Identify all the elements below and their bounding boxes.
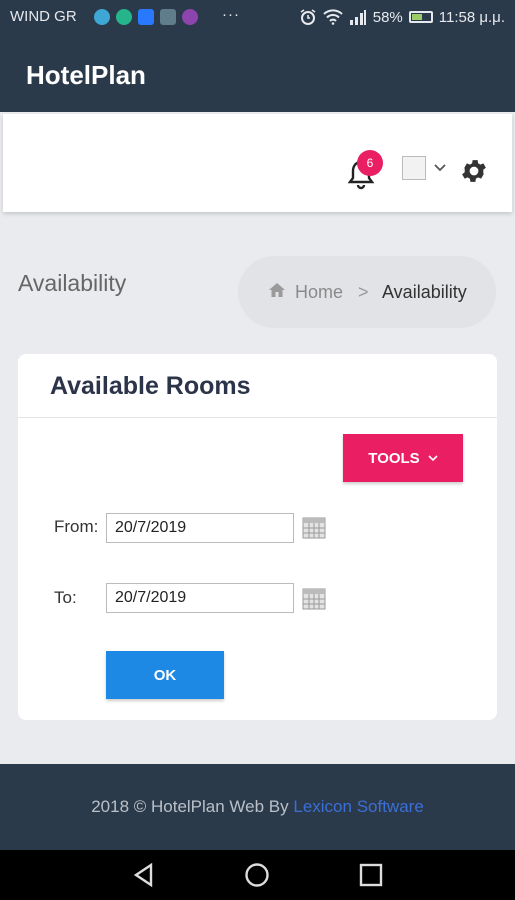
home-icon[interactable] xyxy=(268,282,286,298)
gear-icon[interactable] xyxy=(459,156,489,186)
wifi-icon xyxy=(323,9,343,25)
recents-icon[interactable] xyxy=(358,862,384,888)
notification-icons xyxy=(94,9,198,25)
top-navigation: 6 xyxy=(3,114,512,212)
from-calendar-icon[interactable] xyxy=(302,515,326,539)
card-divider xyxy=(18,417,497,418)
notification-badge[interactable]: 6 xyxy=(357,150,383,176)
footer-link[interactable]: Lexicon Software xyxy=(293,797,423,816)
ok-button-label: OK xyxy=(153,666,177,684)
available-rooms-card: Available Rooms TOOLS From: To: OK xyxy=(18,354,497,720)
blue-app-icon xyxy=(138,9,154,25)
page-title: Availability xyxy=(18,270,127,296)
ok-button[interactable]: OK xyxy=(106,651,224,699)
clock: 11:58 μ.μ. xyxy=(438,8,505,26)
chevron-down-icon xyxy=(428,454,438,461)
footer: 2018 © HotelPlan Web By Lexicon Software xyxy=(0,764,515,850)
breadcrumb: Home > Availability xyxy=(238,256,496,328)
more-notifications-icon: ··· xyxy=(222,6,240,23)
moon-icon xyxy=(94,9,110,25)
gallery-icon xyxy=(160,9,176,25)
card-title: Available Rooms xyxy=(50,372,251,400)
footer-text: 2018 © HotelPlan Web By xyxy=(91,797,289,816)
status-bar: WIND GR ··· 58% 11:58 μ.μ. xyxy=(0,0,515,34)
from-label: From: xyxy=(54,517,99,536)
chevron-down-icon[interactable] xyxy=(434,164,446,172)
home-button-icon[interactable] xyxy=(244,862,270,888)
circle-app-icon xyxy=(116,9,132,25)
breadcrumb-home-link[interactable]: Home xyxy=(295,282,343,303)
app-title[interactable]: HotelPlan xyxy=(26,60,146,91)
carrier-name: WIND GR xyxy=(10,8,77,25)
from-date-input[interactable] xyxy=(106,513,294,543)
avatar[interactable] xyxy=(402,156,426,180)
battery-percent: 58% xyxy=(372,8,403,26)
tools-button-label: TOOLS xyxy=(368,449,420,467)
battery-icon xyxy=(408,11,433,23)
system-navigation-bar xyxy=(0,850,515,900)
breadcrumb-current: Availability xyxy=(382,282,467,302)
back-icon[interactable] xyxy=(131,862,157,888)
app-bar: HotelPlan xyxy=(0,34,515,112)
tools-button[interactable]: TOOLS xyxy=(343,434,463,482)
to-calendar-icon[interactable] xyxy=(302,586,326,610)
to-date-input[interactable] xyxy=(106,583,294,613)
signal-icon xyxy=(349,10,366,25)
breadcrumb-separator: > xyxy=(358,282,369,302)
alarm-icon xyxy=(300,9,316,25)
purple-app-icon xyxy=(182,9,198,25)
to-label: To: xyxy=(54,588,77,607)
